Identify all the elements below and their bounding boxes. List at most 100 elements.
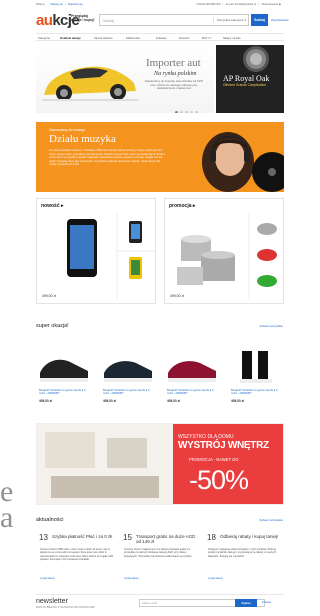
news-headline[interactable]: Odbieraj rabaty i kupuj taniej! <box>220 534 282 539</box>
product-card[interactable]: Bergholf CienkSCo w gerner kombi 3,2 l.G… <box>36 349 92 407</box>
logo-part-a: au <box>36 12 53 29</box>
deals-see-all-link[interactable]: Zobacz wszystkie <box>259 324 283 328</box>
news-day: 13 <box>39 533 48 542</box>
hero-text: Zapraszamy do importer samochodów od 199… <box>144 79 204 91</box>
carousel-dots <box>175 101 200 113</box>
music-banner[interactable]: Zapraszamy do nowego Działu muzyka Na na… <box>36 122 284 192</box>
product-price: 499,00 zł <box>167 399 181 403</box>
news-see-all-link[interactable]: Zobacz wszystkie <box>259 518 283 522</box>
news-headline[interactable]: Transport gratis na duże AGD od 149 zł <box>136 534 198 544</box>
hero-banner[interactable]: Importer aut Na rynku polskim Zapraszamy… <box>36 45 214 113</box>
product-name[interactable]: Bergholf CienkSCo w gerner kombi 3,2 l.G… <box>103 389 155 396</box>
nav-item-electronics[interactable]: Elektronika <box>126 36 140 40</box>
carousel-dot[interactable] <box>195 111 198 113</box>
watch-banner[interactable]: AP Royal Oak Offshore Grande Complicatio… <box>216 45 284 113</box>
music-title: Działu muzyka <box>49 133 116 145</box>
phone-text: Infolinia 800 880 000 <box>196 3 221 6</box>
product-price: 499,00 zł <box>103 399 117 403</box>
watch-title: AP Royal Oak <box>223 74 270 83</box>
car-image <box>42 66 138 101</box>
banner-line3: PROMOCJA - NAWET DO <box>189 457 239 462</box>
product-card[interactable]: Bergholf CienkSCo w gerner kombi 3,2 l.G… <box>100 349 156 407</box>
news-item[interactable]: 13 Szybka płatność Płać i za 0 zł! Groce… <box>36 530 116 586</box>
watch-image <box>243 46 269 72</box>
news-day: 18 <box>207 533 216 542</box>
music-girl-image <box>202 132 284 192</box>
product-name[interactable]: Bergholf CienkSCo w gerner kombi 3,2 l.G… <box>167 389 219 396</box>
news-text: Grocery Keirst: zapłaconymi za zakupy do… <box>124 548 193 558</box>
music-text: Na naszej aukcjach zarazem i działają w … <box>49 149 166 167</box>
newsletter-subtitle: BĄDŹ NA BIEŻĄCO Z NAJNOWSZYMI PROMOCJAMI <box>36 606 95 609</box>
news-text: Kolejnym najwięcej sklep pieniędzy z tyc… <box>208 548 277 558</box>
news-read-more-link[interactable]: czytaj więcej <box>40 577 55 580</box>
nav-item-recent[interactable]: Ostatnie aukcje <box>60 36 81 40</box>
newsletter-title: newsletter <box>36 598 68 605</box>
login-link[interactable]: Zaloguj się <box>50 3 63 6</box>
deals-title: super okazja! <box>36 323 69 329</box>
pots-image <box>177 213 277 299</box>
sneaker-image <box>168 361 216 382</box>
carousel-dot[interactable] <box>175 111 178 113</box>
tagline: Przeglądaj aukcje i kupuj! <box>71 14 95 22</box>
watch-subtitle: Offshore Grande Complication <box>223 83 266 87</box>
home-decor-banner[interactable]: WSZYSTKO DLA DOMU WYSTRÓJ WNĘTRZ PROMOCJ… <box>36 423 284 505</box>
carousel-dot[interactable] <box>180 111 183 113</box>
welcome-text: Witamy <box>36 3 45 6</box>
product-card[interactable]: Bergholf CienkSCo w gerner kombi 3,2 l.G… <box>228 349 284 407</box>
nav-item-collections[interactable]: Kolekcje <box>156 36 167 40</box>
phones-image <box>67 213 155 299</box>
sneaker-image <box>104 361 152 382</box>
product-price: 499,00 zł <box>39 399 53 403</box>
carousel-dot[interactable] <box>185 111 188 113</box>
banner-discount: -50% <box>189 465 249 495</box>
register-link[interactable]: Rejestruj się <box>68 3 82 6</box>
music-kicker: Zapraszamy do nowego <box>49 128 86 132</box>
hero-title: Importer aut <box>146 57 201 69</box>
top-bar: Witamy · Zaloguj się / Rejestruj się Infol… <box>0 0 319 8</box>
policy-link[interactable]: Polityka <box>262 601 271 604</box>
news-day: 15 <box>123 533 132 542</box>
chevron-down-icon: ▾ <box>244 18 246 22</box>
news-headline[interactable]: Szybka płatność Płać i za 0 zł! <box>52 534 114 539</box>
newsletter-submit-button[interactable]: Zapisz <box>235 599 257 607</box>
new-products-price: 499,00 zł <box>42 294 56 298</box>
top-bar-right: Infolinia 800 880 000 | E-mail: kontakt@a… <box>196 3 281 6</box>
room-image <box>37 424 173 504</box>
product-card[interactable]: Bergholf CienkSCo w gerner kombi 3,2 l.G… <box>164 349 220 407</box>
search-button[interactable]: Szukaj <box>251 14 268 26</box>
advanced-search-link[interactable]: Wyszukiwanie <box>271 18 289 22</box>
news-text: Grocery Keirst VMB rater. Lorem Ipsum do… <box>40 548 114 561</box>
sneaker-image <box>40 359 88 382</box>
news-read-more-link[interactable]: czytaj więcej <box>208 577 223 580</box>
promotion-box[interactable]: promocja ▸ 499,00 zł <box>164 198 284 304</box>
boots-image <box>240 351 272 383</box>
nav-item-home[interactable]: Strona Główna <box>94 36 113 40</box>
watch-link[interactable]: Obserwowane <box>261 3 278 6</box>
eye-icon: ◉ <box>278 3 281 6</box>
newsletter-section: newsletter BĄDŹ NA BIEŻĄCO Z NAJNOWSZYMI… <box>36 594 284 609</box>
email-link[interactable]: E-mail: kontakt@aukcje.pl <box>226 3 256 6</box>
promotion-price: 499,00 zł <box>170 294 184 298</box>
main-nav: Kategorie Ostatnie aukcje Strona Główna … <box>36 33 284 41</box>
new-products-box[interactable]: nowość ▸ 499,00 zł <box>36 198 156 304</box>
category-select-label: Wszystkie kategorie <box>216 18 244 22</box>
search-placeholder: Szukaj <box>103 19 114 23</box>
nav-item-categories[interactable]: Kategorie <box>38 36 50 40</box>
nav-item-buyit[interactable]: BUY IT <box>202 36 211 40</box>
news-item[interactable]: 15 Transport gratis na duże AGD od 149 z… <box>120 530 200 586</box>
product-name[interactable]: Bergholf CienkSCo w gerner kombi 3,2 l.G… <box>39 389 91 396</box>
news-item[interactable]: 18 Odbieraj rabaty i kupuj taniej! Kolej… <box>204 530 284 586</box>
category-select[interactable]: Wszystkie kategorie ▾ <box>212 18 246 23</box>
banner-line2: WYSTRÓJ WNĘTRZ <box>178 440 269 451</box>
decorative-letters: e a <box>0 475 14 534</box>
product-price: 499,00 zł <box>231 399 245 403</box>
top-bar-left: Witamy · Zaloguj się / Rejestruj się <box>36 3 83 6</box>
nav-item-new[interactable]: Nowości <box>179 36 190 40</box>
header: aukcje Przeglądaj aukcje i kupuj! Szukaj… <box>36 11 289 31</box>
carousel-dot[interactable] <box>190 111 193 113</box>
hero-subtitle: Na rynku polskim <box>154 71 197 77</box>
nav-item-stores[interactable]: Sklepy na Allo <box>223 36 241 40</box>
product-name[interactable]: Bergholf CienkSCo w gerner kombi 3,2 l.G… <box>231 389 283 396</box>
search-input[interactable]: Szukaj Wszystkie kategorie ▾ <box>99 14 249 26</box>
news-read-more-link[interactable]: czytaj więcej <box>124 577 139 580</box>
